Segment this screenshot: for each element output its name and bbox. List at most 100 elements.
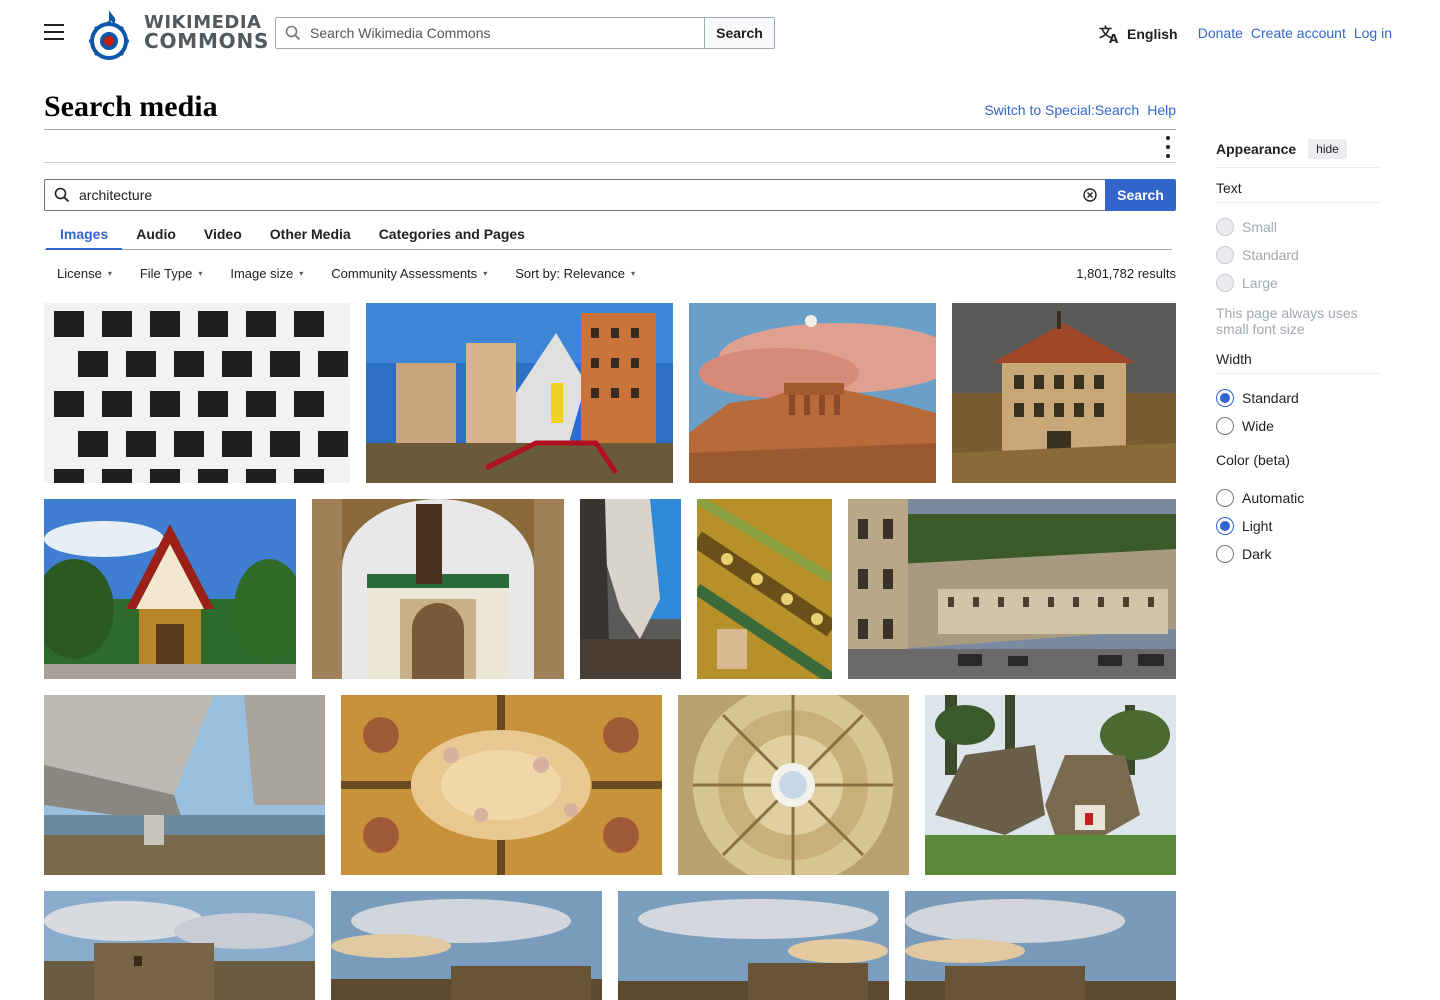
filter-label: Image size [230, 266, 294, 281]
create-account-link[interactable]: Create account [1251, 25, 1346, 41]
color-dark-option[interactable]: Dark [1216, 540, 1380, 568]
text-size-note: This page always uses small font size [1216, 305, 1358, 337]
image-dome-oculus[interactable] [678, 695, 909, 875]
appearance-panel: Appearance hide Text Small Standard Larg… [1216, 138, 1380, 568]
image-fort-sky-3[interactable] [618, 891, 889, 1000]
wikimedia-commons-logo-icon[interactable] [88, 8, 130, 60]
main-menu-icon[interactable] [44, 24, 64, 40]
more-options-icon[interactable] [1164, 136, 1172, 158]
filter-label: Sort by: Relevance [515, 266, 626, 281]
media-search: Search [44, 179, 1176, 211]
media-search-input[interactable] [79, 187, 1075, 203]
media-type-tabs: Images Audio Video Other Media Categorie… [44, 222, 1172, 250]
appearance-header: Appearance hide [1216, 138, 1380, 168]
image-bath-crescent[interactable] [848, 499, 1176, 679]
image-moroccan-arch[interactable] [312, 499, 564, 679]
image-fort-sky-4[interactable] [905, 891, 1176, 1000]
option-label: Light [1242, 518, 1273, 534]
filter-community-assessments[interactable]: Community Assessments ▾ [331, 266, 487, 281]
image-fort-sky-2[interactable] [331, 891, 602, 1000]
text-section-label: Text [1216, 180, 1380, 203]
image-stata-center[interactable] [366, 303, 673, 483]
filter-sort[interactable]: Sort by: Relevance ▾ [515, 266, 635, 281]
radio-icon [1216, 246, 1234, 264]
tab-other-media[interactable]: Other Media [256, 222, 365, 250]
site-search-button[interactable]: Search [704, 18, 774, 48]
text-size-small-option: Small [1216, 213, 1380, 241]
radio-selected-icon [1216, 517, 1234, 535]
color-section-label: Color (beta) [1216, 452, 1290, 468]
filter-label: File Type [139, 266, 193, 281]
chevron-down-icon: ▾ [198, 269, 203, 278]
option-label: Standard [1242, 247, 1299, 263]
title-links: Switch to Special:Search Help [984, 102, 1176, 118]
image-fort-sky-1[interactable] [44, 891, 315, 1000]
image-bridge-underside[interactable] [44, 695, 325, 875]
language-label: English [1127, 26, 1178, 42]
width-section-label: Width [1216, 351, 1380, 374]
hide-appearance-button[interactable]: hide [1308, 138, 1347, 159]
donate-link[interactable]: Donate [1198, 25, 1243, 41]
results-count: 1,801,782 results [1076, 266, 1176, 281]
page-title: Search media [44, 90, 218, 123]
language-icon: 文A [1099, 25, 1119, 44]
svg-text:A: A [1109, 32, 1119, 44]
site-search-input[interactable] [310, 18, 704, 48]
option-label: Large [1242, 275, 1278, 291]
image-ornate-villa[interactable] [952, 303, 1176, 483]
image-mosaic-ceiling[interactable] [697, 499, 832, 679]
image-rock-dwelling[interactable] [925, 695, 1176, 875]
filter-license[interactable]: License ▾ [57, 266, 112, 281]
media-search-field [44, 179, 1105, 211]
option-label: Automatic [1242, 490, 1305, 506]
tab-images[interactable]: Images [46, 222, 123, 250]
option-label: Dark [1242, 546, 1272, 562]
toolbar-divider [44, 162, 1176, 163]
image-cave-wall[interactable] [580, 499, 681, 679]
option-label: Small [1242, 219, 1278, 235]
login-link[interactable]: Log in [1354, 25, 1392, 41]
appearance-title: Appearance [1216, 140, 1297, 157]
color-automatic-option[interactable]: Automatic [1216, 484, 1380, 512]
search-filters: License ▾ File Type ▾ Image size ▾ Communit… [57, 266, 663, 281]
site-wordmark[interactable]: WIKIMEDIA COMMONS [144, 13, 269, 51]
tab-categories-pages[interactable]: Categories and Pages [365, 222, 539, 250]
radio-icon [1216, 489, 1234, 507]
search-icon [45, 187, 79, 203]
image-acropolis-sunset[interactable] [689, 303, 936, 483]
search-icon [276, 18, 310, 48]
title-divider [44, 129, 1176, 130]
site-search: Search [275, 17, 775, 49]
radio-icon [1216, 417, 1234, 435]
filter-label: Community Assessments [331, 266, 478, 281]
filter-image-size[interactable]: Image size ▾ [230, 266, 303, 281]
width-wide-option[interactable]: Wide [1216, 412, 1380, 440]
image-lao-temple[interactable] [44, 499, 296, 679]
help-link[interactable]: Help [1147, 102, 1176, 118]
language-selector[interactable]: 文A English [1099, 24, 1178, 44]
chevron-down-icon: ▾ [631, 269, 636, 278]
radio-icon [1216, 545, 1234, 563]
switch-special-search-link[interactable]: Switch to Special:Search [984, 102, 1139, 118]
option-label: Wide [1242, 418, 1274, 434]
width-standard-option[interactable]: Standard [1216, 384, 1380, 412]
chevron-down-icon: ▾ [107, 269, 112, 278]
filter-label: License [57, 266, 102, 281]
text-size-standard-option: Standard [1216, 241, 1380, 269]
radio-selected-icon [1216, 389, 1234, 407]
tab-audio[interactable]: Audio [122, 222, 190, 250]
tab-video[interactable]: Video [190, 222, 256, 250]
personal-tools: Donate Create account Log in [1198, 25, 1392, 41]
chevron-down-icon: ▾ [483, 269, 488, 278]
filter-file-type[interactable]: File Type ▾ [140, 266, 203, 281]
color-light-option[interactable]: Light [1216, 512, 1380, 540]
wordmark-line2: COMMONS [144, 29, 270, 53]
clear-search-icon[interactable] [1075, 188, 1105, 202]
image-modern-facade[interactable] [44, 303, 350, 483]
chevron-down-icon: ▾ [299, 269, 304, 278]
image-baroque-ceiling[interactable] [341, 695, 662, 875]
media-search-button[interactable]: Search [1105, 179, 1176, 211]
radio-icon [1216, 218, 1234, 236]
radio-icon [1216, 274, 1234, 292]
option-label: Standard [1242, 390, 1299, 406]
